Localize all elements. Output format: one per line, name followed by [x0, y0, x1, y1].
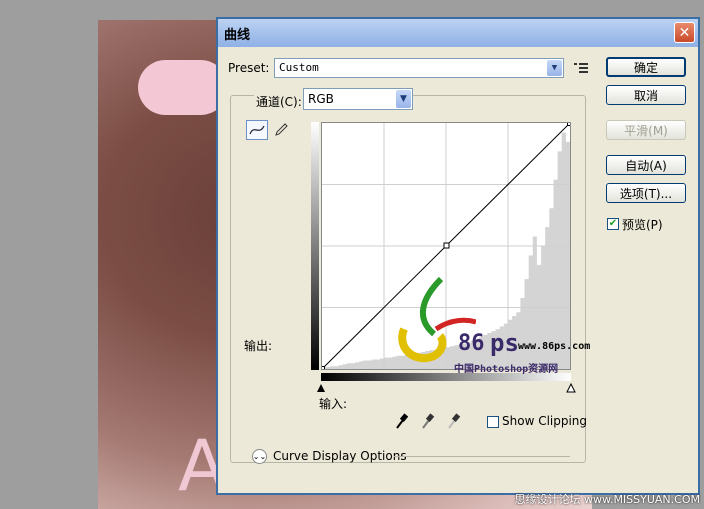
eyedropper-gray-icon	[422, 413, 435, 429]
preset-select[interactable]: Custom ▼	[274, 58, 564, 78]
double-chevron-down-icon: ⌄⌄	[252, 452, 267, 461]
preset-label: Preset:	[228, 61, 270, 75]
curve-control-point[interactable]	[443, 242, 450, 249]
smooth-button[interactable]: 平滑(M)	[606, 120, 686, 140]
show-clipping-checkbox[interactable]	[487, 416, 499, 428]
channel-select[interactable]: RGB ▼	[303, 88, 413, 110]
site-credit: 思缘设计论坛 www.MISSYUAN.COM	[514, 493, 700, 506]
output-label: 输出:	[244, 339, 273, 353]
gray-eyedropper-button[interactable]	[421, 412, 435, 430]
preset-menu-button[interactable]	[570, 58, 592, 78]
input-sliders[interactable]	[315, 383, 577, 393]
curve-icon	[249, 125, 265, 135]
list-menu-icon	[574, 63, 588, 73]
chevron-down-icon: ▼	[396, 90, 411, 108]
close-button[interactable]: ✕	[674, 22, 695, 43]
pencil-icon	[275, 123, 288, 136]
preset-value: Custom	[279, 61, 319, 74]
watermark-number: 86	[458, 331, 485, 356]
preview-label[interactable]: 预览(P)	[622, 216, 663, 233]
output-gradient-bar	[311, 122, 319, 370]
show-clipping-label[interactable]: Show Clipping	[502, 414, 587, 428]
photo-pink-bow	[138, 60, 228, 115]
watermark-letters: ps	[490, 329, 519, 357]
chevron-down-icon: ▼	[547, 60, 562, 76]
input-label: 输入:	[319, 397, 348, 411]
white-point-slider[interactable]	[566, 383, 576, 393]
eyedropper-white-icon	[448, 413, 461, 429]
channel-value: RGB	[308, 92, 334, 106]
dialog-title: 曲线	[224, 27, 251, 43]
title-bar[interactable]: 曲线	[218, 19, 698, 47]
options-button[interactable]: 选项(T)...	[606, 183, 686, 203]
auto-button[interactable]: 自动(A)	[606, 155, 686, 175]
curve-display-options-toggle[interactable]: ⌄⌄	[252, 449, 267, 464]
close-icon: ✕	[678, 24, 691, 41]
curve-point-tool[interactable]	[246, 120, 268, 140]
eyedropper-black-icon	[396, 413, 409, 429]
watermark-url: www.86ps.com	[518, 341, 591, 352]
white-eyedropper-button[interactable]	[447, 412, 461, 430]
cancel-button[interactable]: 取消	[606, 85, 686, 105]
curve-control-point[interactable]	[322, 366, 325, 370]
preview-checkbox[interactable]: ✔	[607, 218, 619, 230]
curve-display-options-label[interactable]: Curve Display Options	[273, 449, 407, 463]
checkmark-icon: ✔	[608, 218, 618, 229]
black-point-slider[interactable]	[317, 384, 325, 392]
watermark-tagline: 中国Photoshop资源网	[454, 364, 559, 375]
divider	[394, 456, 570, 457]
pencil-draw-tool[interactable]	[270, 120, 292, 140]
channel-label: 通道(C):	[254, 93, 304, 110]
curves-dialog: 曲线 ✕ Preset: Custom ▼ 通道(C): RGB ▼ 输出: 输…	[216, 17, 700, 495]
curve-control-point[interactable]	[567, 123, 571, 126]
ok-button[interactable]: 确定	[606, 57, 686, 77]
black-eyedropper-button[interactable]	[395, 412, 409, 430]
